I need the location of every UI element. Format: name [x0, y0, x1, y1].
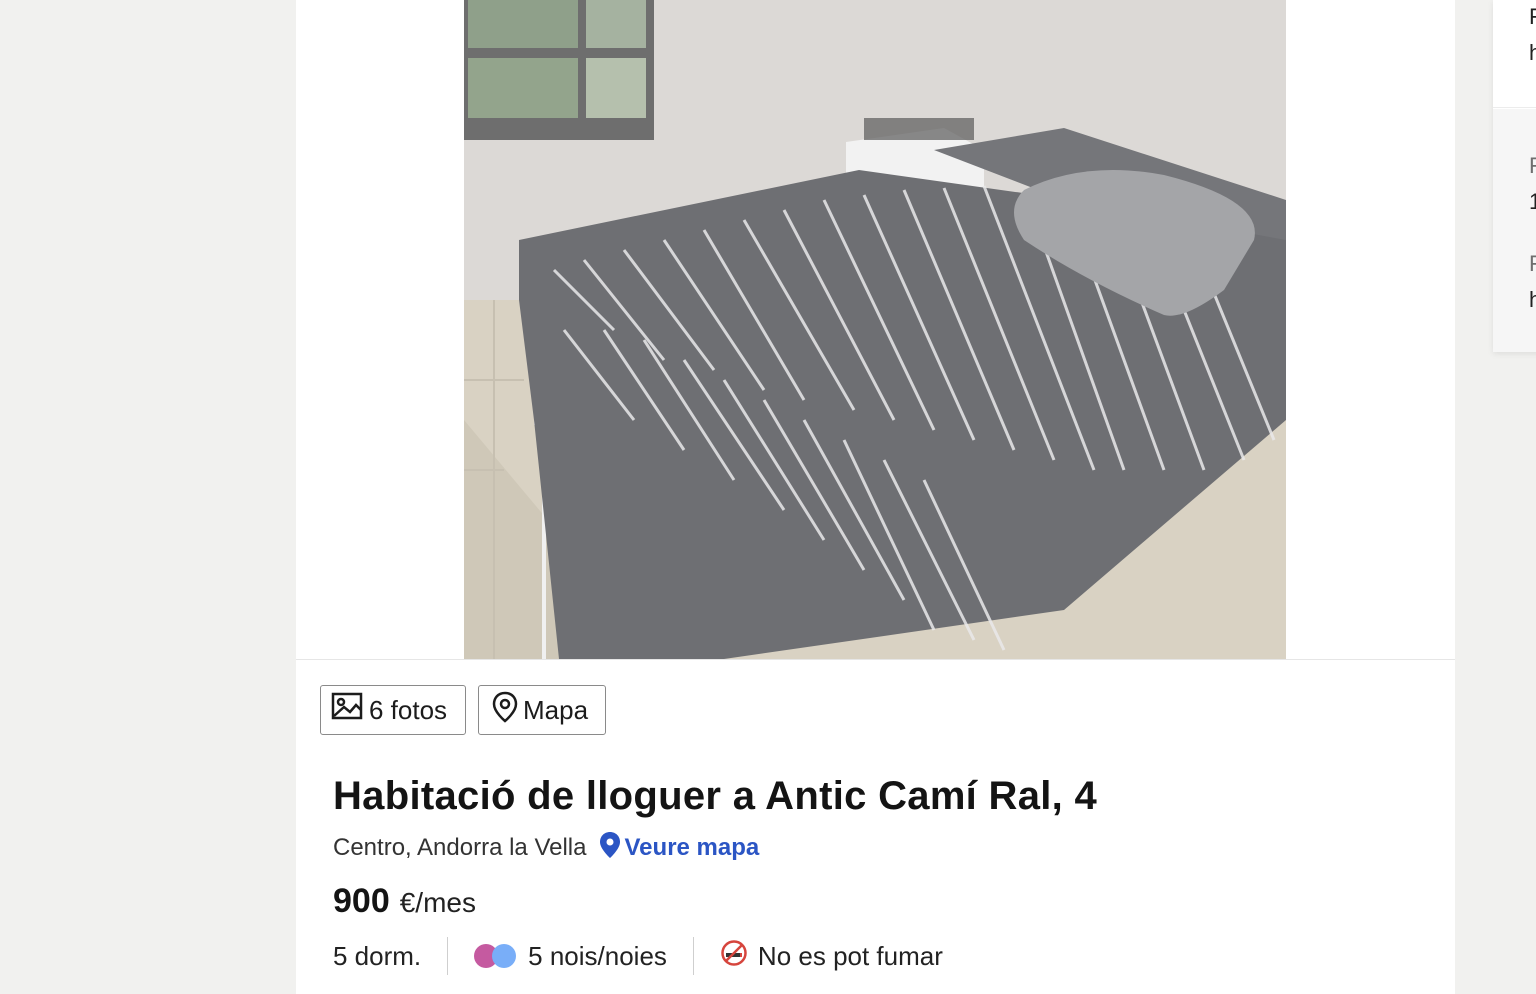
listing-title: Habitació de lloguer a Antic Camí Ral, 4 — [333, 774, 1098, 818]
map-pin-filled-icon — [599, 831, 625, 866]
feature-separator — [692, 937, 694, 975]
bedrooms-text: 5 dorm. — [333, 940, 422, 971]
location-row: Centro, Andorra la Vella Veure mapa — [333, 831, 760, 866]
no-smoking-icon — [720, 939, 748, 974]
listing-card: 6 fotos Mapa Habitació de lloguer a Anti… — [296, 0, 1455, 994]
listing-photo[interactable] — [464, 0, 1286, 659]
smoking-text: No es pot fumar — [757, 940, 943, 971]
sidebar-fragment: h — [1529, 40, 1536, 65]
sidebar-panel: F h F 1 F h — [1493, 0, 1536, 352]
feature-separator — [447, 937, 449, 975]
occupants-text: 5 nois/noies — [528, 940, 667, 971]
sidebar-top-section: F h — [1493, 0, 1536, 108]
photo-gallery[interactable] — [296, 0, 1455, 659]
features-row: 5 dorm. 5 nois/noies No es pot fumar — [333, 936, 943, 976]
sidebar-bottom-section: F 1 F h — [1493, 109, 1536, 352]
bedrooms-feature: 5 dorm. — [333, 941, 421, 972]
view-map-link[interactable]: Veure mapa — [599, 831, 760, 866]
map-button[interactable]: Mapa — [478, 685, 606, 735]
view-map-label: Veure mapa — [624, 834, 760, 861]
price-unit: €/mes — [399, 887, 476, 918]
smoking-feature: No es pot fumar — [720, 939, 943, 974]
map-button-label: Mapa — [523, 694, 589, 725]
sidebar-fragment: 1 — [1529, 189, 1536, 214]
photos-button[interactable]: 6 fotos — [320, 685, 466, 735]
sidebar-fragment: F — [1529, 4, 1536, 29]
location-text: Centro, Andorra la Vella — [333, 834, 587, 861]
sidebar-fragment: F — [1529, 251, 1536, 276]
sidebar-fragment: h — [1529, 287, 1536, 312]
people-dots-icon — [474, 943, 520, 969]
sidebar-fragment: F — [1529, 153, 1536, 178]
section-divider — [296, 659, 1455, 660]
occupants-feature: 5 nois/noies — [474, 941, 667, 972]
map-pin-outline-icon — [491, 691, 519, 730]
price-value: 900 — [333, 882, 390, 920]
photos-button-label: 6 fotos — [369, 694, 448, 725]
price-row: 900 €/mes — [333, 882, 476, 926]
image-icon — [331, 692, 365, 729]
